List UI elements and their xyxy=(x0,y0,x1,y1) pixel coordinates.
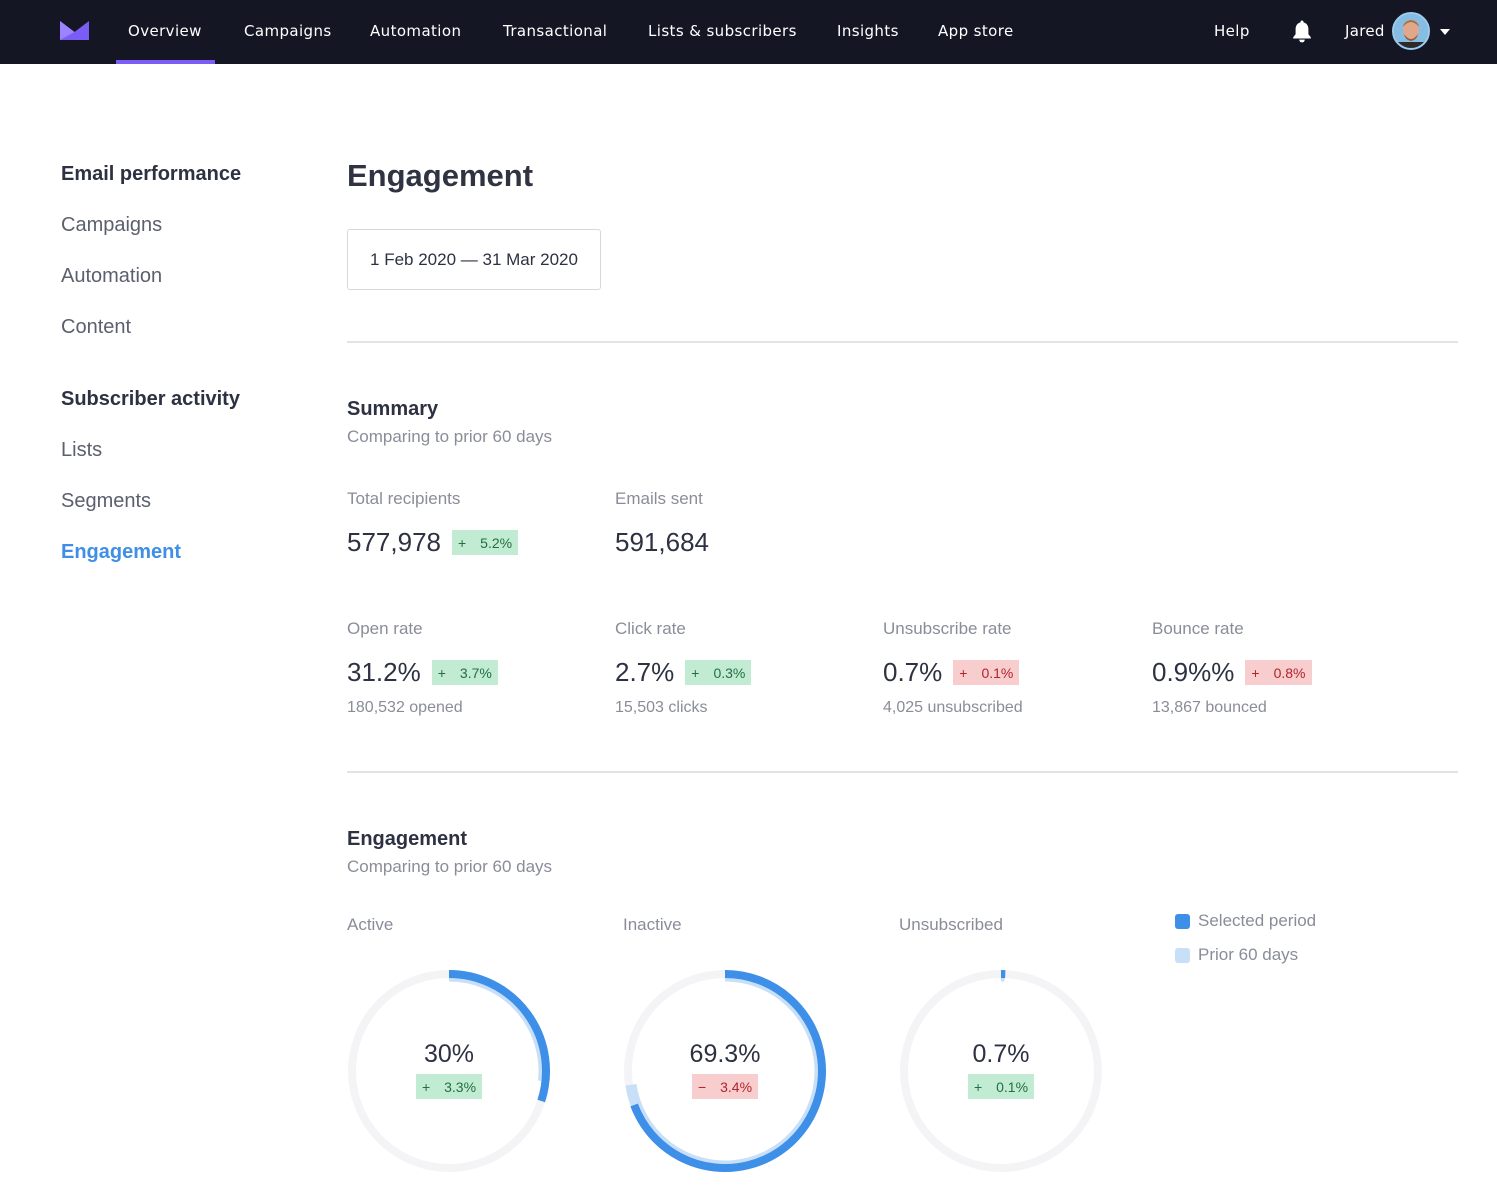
change-badge: + 0.1% xyxy=(953,660,1020,685)
donut-label-unsubscribed: Unsubscribed xyxy=(899,915,1003,934)
emails-sent-number: 591,684 xyxy=(615,527,709,557)
bounce-rate-number: 0.9%% xyxy=(1152,657,1235,687)
engagement-title: Engagement xyxy=(347,828,468,850)
legend-item-prior-60-days: Prior 60 days xyxy=(1175,945,1298,965)
emails-sent-label: Emails sent xyxy=(615,489,703,508)
change-sign: + xyxy=(457,534,467,551)
sidebar-item-content[interactable]: Content xyxy=(61,316,131,339)
donut-chart-inactive: 69.3% − 3.4% xyxy=(622,968,828,1174)
summary-subtitle: Comparing to prior 60 days xyxy=(347,427,553,446)
sidebar-heading-email-performance: Email performance xyxy=(61,163,242,185)
unsubscribe-rate-value: 0.7% + 0.1% xyxy=(883,657,1020,688)
nav-tab-automation[interactable]: Automation xyxy=(370,0,461,64)
open-rate-detail: 180,532 opened xyxy=(347,699,463,716)
unsubscribe-rate-number: 0.7% xyxy=(883,657,943,687)
legend-swatch-prior xyxy=(1175,947,1190,963)
engagement-subtitle: Comparing to prior 60 days xyxy=(347,857,553,876)
donut-chart-active: 30% + 3.3% xyxy=(346,968,552,1174)
bell-icon[interactable] xyxy=(1291,19,1313,43)
change-sign: + xyxy=(437,664,446,681)
change-value: 0.8% xyxy=(1273,664,1306,681)
nav-tab-transactional[interactable]: Transactional xyxy=(503,0,607,64)
unsubscribe-rate-label: Unsubscribe rate xyxy=(883,619,1012,638)
change-badge: + 0.8% xyxy=(1245,660,1312,685)
campaign-monitor-logo[interactable] xyxy=(60,21,89,40)
change-value: 0.1% xyxy=(996,1078,1029,1095)
help-link[interactable]: Help xyxy=(1214,0,1250,62)
change-badge: + 5.2% xyxy=(451,530,519,555)
change-sign: + xyxy=(421,1078,431,1095)
change-sign: + xyxy=(959,664,968,681)
sidebar-item-campaigns[interactable]: Campaigns xyxy=(61,214,162,237)
emails-sent-value: 591,684 xyxy=(615,527,709,558)
donut-value: 30% xyxy=(423,1040,475,1068)
donut-center: 30% + 3.3% xyxy=(346,1040,552,1099)
open-rate-label: Open rate xyxy=(347,619,423,638)
divider xyxy=(347,341,1458,343)
nav-tab-lists-subscribers[interactable]: Lists & subscribers xyxy=(648,0,797,64)
top-navigation-bar: Overview Campaigns Automation Transactio… xyxy=(0,0,1497,64)
change-badge: + 0.3% xyxy=(685,660,752,685)
user-photo xyxy=(1394,14,1428,48)
nav-tab-app-store[interactable]: App store xyxy=(938,0,1014,64)
date-range-picker[interactable]: 1 Feb 2020 — 31 Mar 2020 xyxy=(347,229,601,290)
change-value: 3.7% xyxy=(459,664,492,681)
avatar[interactable] xyxy=(1392,12,1430,50)
legend-swatch-selected xyxy=(1175,913,1190,929)
donut-label-inactive: Inactive xyxy=(623,915,682,934)
change-sign: + xyxy=(691,664,700,681)
change-badge: + 0.1% xyxy=(967,1074,1035,1099)
open-rate-value: 31.2% + 3.7% xyxy=(347,657,498,688)
change-value: 0.1% xyxy=(981,664,1014,681)
legend-item-selected-period: Selected period xyxy=(1175,911,1316,931)
sidebar-heading-subscriber-activity: Subscriber activity xyxy=(61,388,240,410)
donut-value: 69.3% xyxy=(689,1040,761,1068)
sidebar-item-segments[interactable]: Segments xyxy=(61,490,151,513)
change-sign: − xyxy=(697,1078,707,1095)
click-rate-value: 2.7% + 0.3% xyxy=(615,657,752,688)
change-value: 3.3% xyxy=(444,1078,477,1095)
unsubscribe-rate-detail: 4,025 unsubscribed xyxy=(883,699,1023,716)
change-sign: + xyxy=(973,1078,983,1095)
change-value: 5.2% xyxy=(480,534,513,551)
donut-chart-unsubscribed: 0.7% + 0.1% xyxy=(898,968,1104,1174)
total-recipients-label: Total recipients xyxy=(347,489,461,508)
nav-tab-overview[interactable]: Overview xyxy=(116,0,215,64)
change-value: 0.3% xyxy=(713,664,746,681)
change-badge: − 3.4% xyxy=(691,1074,759,1099)
user-menu-caret-icon[interactable] xyxy=(1440,29,1450,35)
change-sign: + xyxy=(1251,664,1260,681)
click-rate-number: 2.7% xyxy=(615,657,675,687)
donut-label-active: Active xyxy=(347,915,394,934)
click-rate-detail: 15,503 clicks xyxy=(615,699,708,716)
change-badge: + 3.3% xyxy=(415,1074,483,1099)
page-title: Engagement xyxy=(347,158,534,193)
click-rate-label: Click rate xyxy=(615,619,686,638)
total-recipients-value: 577,978 + 5.2% xyxy=(347,527,519,558)
bounce-rate-detail: 13,867 bounced xyxy=(1152,699,1267,716)
legend-label: Prior 60 days xyxy=(1198,945,1299,964)
sidebar-item-lists[interactable]: Lists xyxy=(61,439,102,462)
bounce-rate-value: 0.9%% + 0.8% xyxy=(1152,657,1312,688)
change-badge: + 3.7% xyxy=(431,660,498,685)
divider xyxy=(347,771,1458,773)
user-name[interactable]: Jared xyxy=(1345,0,1385,62)
bounce-rate-label: Bounce rate xyxy=(1152,619,1244,638)
donut-center: 69.3% − 3.4% xyxy=(622,1040,828,1099)
nav-tab-campaigns[interactable]: Campaigns xyxy=(244,0,332,64)
legend-label: Selected period xyxy=(1198,911,1317,930)
donut-center: 0.7% + 0.1% xyxy=(898,1040,1104,1099)
summary-title: Summary xyxy=(347,398,439,420)
total-recipients-number: 577,978 xyxy=(347,527,441,557)
open-rate-number: 31.2% xyxy=(347,657,421,687)
donut-value: 0.7% xyxy=(972,1040,1030,1068)
sidebar-item-engagement[interactable]: Engagement xyxy=(61,541,181,564)
nav-tab-insights[interactable]: Insights xyxy=(837,0,899,64)
sidebar-item-automation[interactable]: Automation xyxy=(61,265,162,288)
change-value: 3.4% xyxy=(720,1078,753,1095)
